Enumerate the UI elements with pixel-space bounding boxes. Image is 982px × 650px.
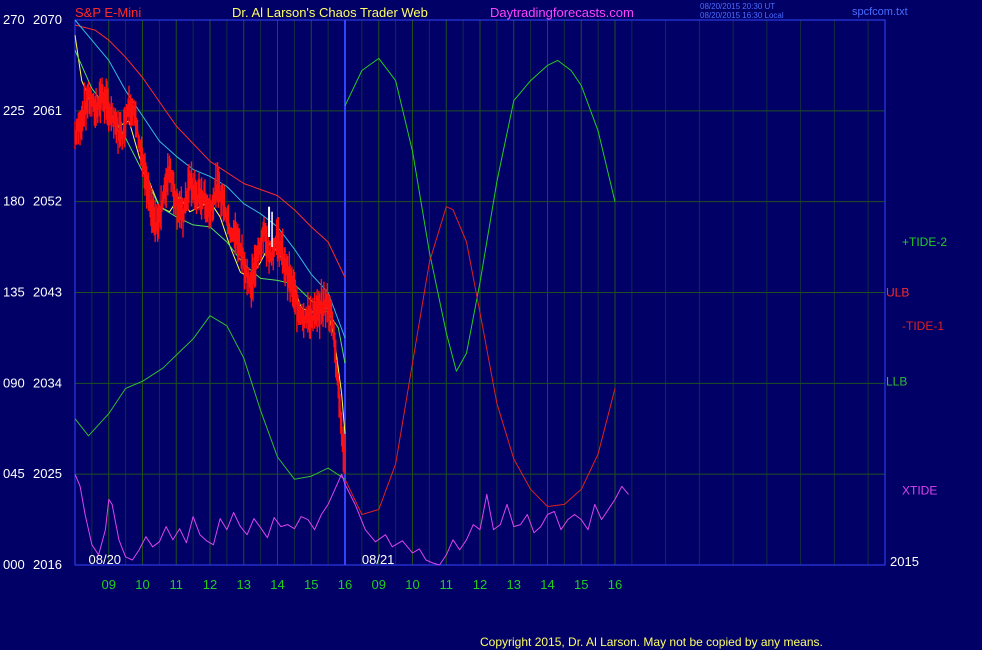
chart-title: Dr. Al Larson's Chaos Trader Web xyxy=(232,5,428,20)
price-axis-value: 2070 xyxy=(33,12,62,27)
chart-svg: 270 2070 225 2061 180 2052 135 2043 090 2034 045 20… xyxy=(0,0,982,650)
left-axis-value: 270 xyxy=(3,12,25,27)
date-label: 08/21 xyxy=(362,552,395,567)
price-axis-value: 2025 xyxy=(33,466,62,481)
x-tick-label: 12 xyxy=(473,577,487,592)
date-label: 08/20 xyxy=(89,552,122,567)
x-tick-label: 10 xyxy=(405,577,419,592)
x-tick-label: 16 xyxy=(608,577,622,592)
x-tick-label: 13 xyxy=(507,577,521,592)
x-tick-label: 16 xyxy=(338,577,352,592)
x-tick-label: 10 xyxy=(135,577,149,592)
x-tick-label: 12 xyxy=(203,577,217,592)
x-tick-label: 14 xyxy=(270,577,284,592)
timestamp-ut: 08/20/2015 20:30 UT xyxy=(700,2,775,11)
x-tick-label: 09 xyxy=(102,577,116,592)
x-tick-label: 15 xyxy=(574,577,588,592)
price-axis-value: 2034 xyxy=(33,375,62,390)
x-tick-label: 11 xyxy=(440,577,454,592)
x-tick-label: 15 xyxy=(304,577,318,592)
symbol-label: S&P E-Mini xyxy=(75,5,141,20)
x-tick-label: 11 xyxy=(170,577,184,592)
left-axis-value: 135 xyxy=(3,285,25,300)
price-axis-value: 2061 xyxy=(33,103,62,118)
year-label: 2015 xyxy=(890,554,919,569)
series-label-tide-2: +TIDE-2 xyxy=(902,235,947,249)
left-axis-value: 225 xyxy=(3,103,25,118)
x-tick-label: 13 xyxy=(237,577,251,592)
series-label-llb: LLB xyxy=(886,374,907,388)
price-axis-value: 2016 xyxy=(33,557,62,572)
series-label-xtide: XTIDE xyxy=(902,483,937,497)
left-axis-value: 090 xyxy=(3,375,25,390)
left-axis-value: 180 xyxy=(3,194,25,209)
x-tick-label: 14 xyxy=(540,577,554,592)
series-label-tide-1: -TIDE-1 xyxy=(902,319,944,333)
file-label: spcfcom.txt xyxy=(852,6,908,18)
x-tick-label: 09 xyxy=(372,577,386,592)
left-axis-value: 045 xyxy=(3,466,25,481)
copyright: Copyright 2015, Dr. Al Larson. May not b… xyxy=(480,635,823,649)
timestamp-local: 08/20/2015 16:30 Local xyxy=(700,11,784,20)
site-label[interactable]: Daytradingforecasts.com xyxy=(490,5,634,20)
series-label-ulb: ULB xyxy=(886,286,909,300)
left-axis-value: 000 xyxy=(3,557,25,572)
price-axis-value: 2043 xyxy=(33,285,62,300)
price-axis-value: 2052 xyxy=(33,194,62,209)
